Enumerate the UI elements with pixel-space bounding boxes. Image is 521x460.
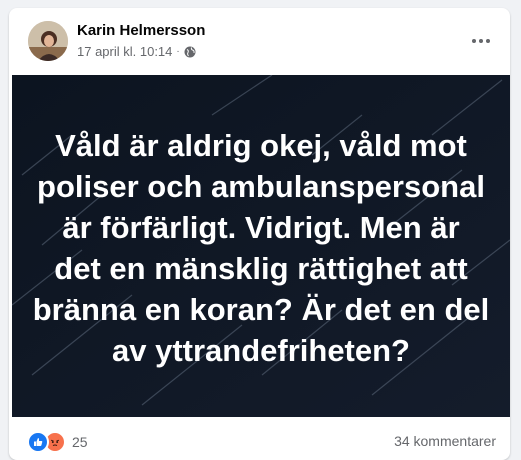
like-icon[interactable] — [27, 431, 49, 453]
separator: · — [176, 46, 180, 57]
reactions-summary[interactable]: 25 — [27, 431, 88, 453]
more-dot — [486, 39, 490, 43]
post-body-line: bränna en koran? Är det en del — [32, 292, 490, 327]
more-dot — [479, 39, 483, 43]
reaction-count[interactable]: 25 — [72, 434, 88, 450]
post-text-image[interactable]: Våld är aldrig okej, våld mot poliser oc… — [12, 75, 510, 417]
globe-icon[interactable] — [184, 46, 196, 58]
author-name[interactable]: Karin Helmersson — [77, 22, 205, 39]
avatar-photo — [28, 21, 68, 61]
avatar[interactable] — [28, 21, 68, 61]
post-footer: 25 34 kommentarer — [9, 417, 510, 460]
post-body-line: poliser och ambulanspersonal — [37, 169, 485, 204]
post-meta: 17 april kl. 10:14 · — [77, 44, 196, 59]
more-horizontal-icon — [472, 39, 476, 43]
post-body-line: Våld är aldrig okej, våld mot — [55, 128, 467, 163]
post-body: Våld är aldrig okej, våld mot poliser oc… — [32, 125, 490, 371]
post-body-line: av yttrandefriheten? — [111, 333, 410, 368]
post-card: Karin Helmersson 17 april kl. 10:14 · Vå… — [9, 8, 510, 460]
timestamp[interactable]: 17 april kl. 10:14 — [77, 44, 172, 59]
comments-count-link[interactable]: 34 kommentarer — [394, 433, 496, 449]
more-options-button[interactable] — [466, 26, 496, 56]
post-body-line: är förfärligt. Vidrigt. Men är — [62, 210, 460, 245]
post-body-line: det en mänsklig rättighet att — [54, 251, 468, 286]
post-header: Karin Helmersson 17 april kl. 10:14 · — [9, 8, 510, 74]
